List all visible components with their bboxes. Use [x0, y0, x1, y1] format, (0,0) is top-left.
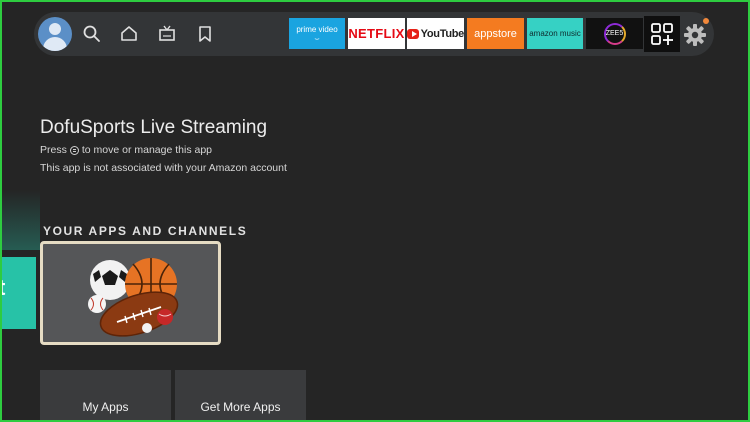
partial-tile-letter: t: [0, 275, 6, 300]
apps-grid-icon: [651, 23, 673, 45]
settings-button[interactable]: [682, 22, 708, 48]
appstore-tile[interactable]: appstore: [467, 18, 524, 49]
app-title: DofuSports Live Streaming: [40, 117, 268, 138]
notification-dot: [703, 18, 709, 24]
zee5-logo: ZEE5: [603, 22, 626, 45]
netflix-tile[interactable]: NETFLIX: [348, 18, 405, 49]
sports-balls-icon: [88, 258, 179, 337]
avatar-head: [49, 23, 61, 35]
youtube-play-icon: [407, 28, 419, 39]
settings-gear-icon: [684, 24, 706, 46]
avatar-body: [43, 37, 67, 51]
bookmark-icon[interactable]: [195, 24, 215, 44]
zee5-tile[interactable]: ZEE5: [586, 18, 643, 49]
amazon-music-tile[interactable]: amazon music: [527, 18, 583, 49]
get-more-apps-tile[interactable]: Get More Apps: [175, 370, 306, 422]
netflix-label: NETFLIX: [348, 26, 405, 41]
partial-app-tile[interactable]: t: [0, 257, 36, 329]
teal-tile-glow: [0, 190, 40, 250]
prime-video-tile[interactable]: prime video ⌣: [289, 18, 345, 49]
section-title: YOUR APPS AND CHANNELS: [43, 224, 248, 238]
prime-video-label: prime video: [296, 24, 338, 34]
menu-button-icon: [69, 145, 79, 155]
search-icon[interactable]: [82, 24, 102, 44]
live-tv-icon[interactable]: [157, 24, 177, 44]
get-more-apps-label: Get More Apps: [200, 400, 281, 414]
amazon-music-label: amazon music: [529, 29, 581, 38]
hint-action: to move or manage this app: [81, 144, 213, 156]
youtube-tile[interactable]: YouTube: [407, 18, 464, 49]
prime-video-smile: ⌣: [314, 33, 320, 43]
my-apps-label: My Apps: [82, 400, 129, 414]
youtube-label: YouTube: [420, 27, 464, 40]
apps-grid-button[interactable]: [644, 16, 680, 52]
screenshot-frame: [0, 0, 750, 422]
my-apps-tile[interactable]: My Apps: [40, 370, 171, 422]
profile-avatar[interactable]: [38, 17, 72, 51]
manage-hint: Press to move or manage this app: [40, 144, 212, 156]
appstore-label: appstore: [474, 27, 517, 40]
home-icon[interactable]: [119, 24, 139, 44]
zee5-label: ZEE5: [605, 30, 624, 37]
hint-press: Press: [40, 144, 67, 156]
account-note: This app is not associated with your Ama…: [40, 162, 287, 174]
dofusports-app-tile[interactable]: [40, 241, 221, 345]
